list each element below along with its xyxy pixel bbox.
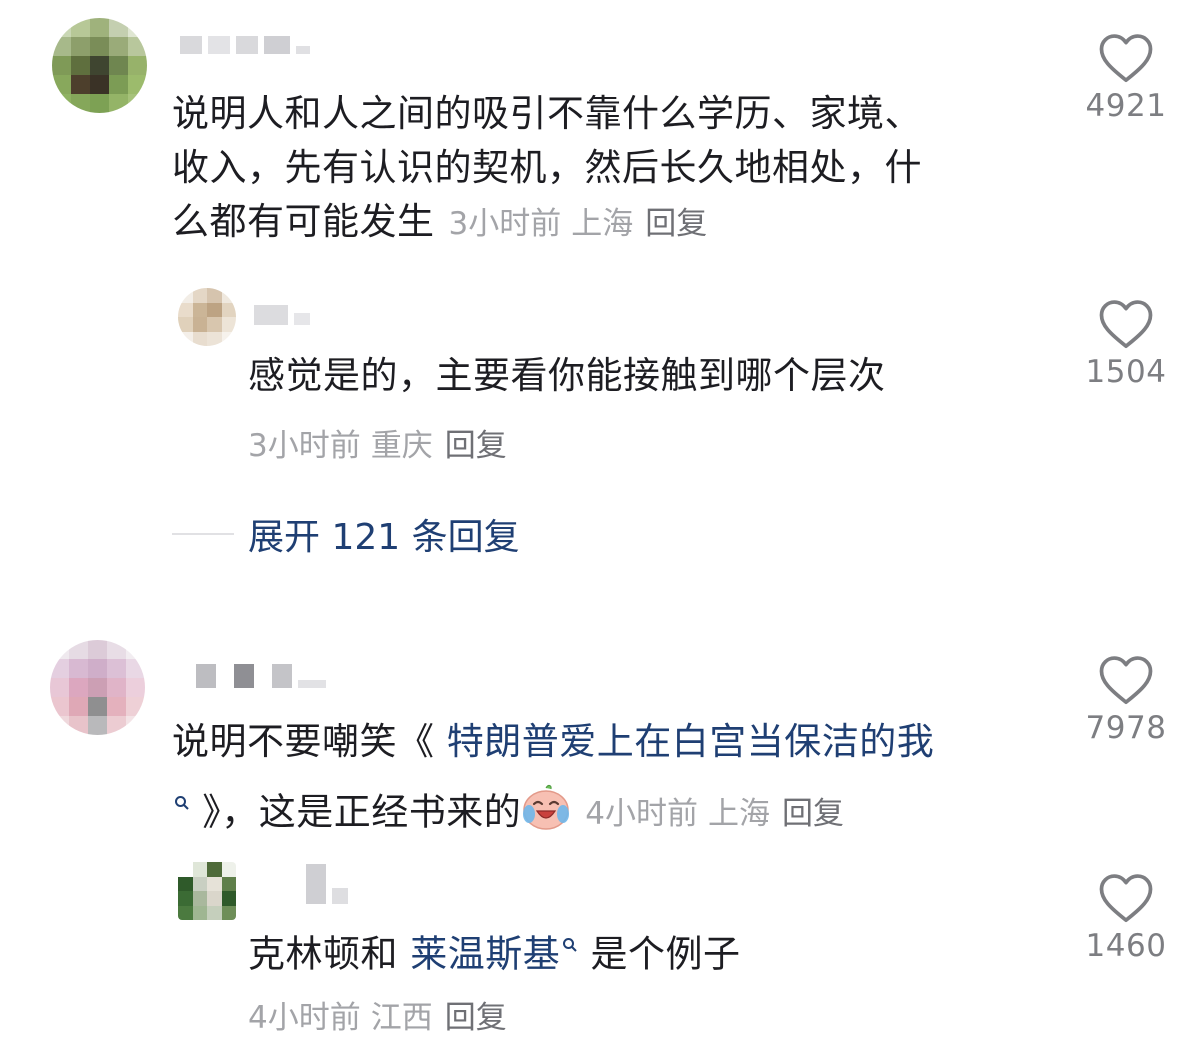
reply-button[interactable]: 回复 bbox=[445, 1000, 507, 1036]
book-link[interactable]: 特朗普爱上在白宫当保洁的我 bbox=[435, 720, 935, 763]
avatar[interactable] bbox=[52, 18, 147, 113]
heart-outline-icon bbox=[1099, 874, 1153, 923]
avatar[interactable] bbox=[50, 640, 145, 735]
reply-button[interactable]: 回复 bbox=[782, 796, 844, 832]
like-count: 1460 bbox=[1085, 928, 1167, 964]
comment-meta: 3小时前 上海 回复 bbox=[448, 206, 708, 242]
username-blurred[interactable] bbox=[196, 664, 326, 688]
like-count: 7978 bbox=[1085, 710, 1167, 746]
comment-text: 说明不要嘲笑《 特朗普爱上在白宫当保洁的我 》，这是正经书来的 4小时前 上海 回复 bbox=[172, 716, 1052, 844]
reply-meta: 3小时前 重庆 回复 bbox=[248, 428, 507, 464]
search-icon[interactable] bbox=[174, 778, 190, 830]
username-blurred[interactable] bbox=[306, 864, 348, 904]
reply-meta: 4小时前 江西 回复 bbox=[248, 1000, 507, 1036]
avatar[interactable] bbox=[178, 862, 236, 920]
reply-button[interactable]: 回复 bbox=[445, 428, 507, 464]
comment-text: 说明人和人之间的吸引不靠什么学历、家境、 收入，先有认识的契机，然后长久地相处，… bbox=[172, 92, 922, 243]
reply-button[interactable]: 回复 bbox=[645, 206, 707, 242]
comment-meta: 4小时前 上海 回复 bbox=[585, 796, 844, 833]
heart-outline-icon bbox=[1099, 300, 1153, 349]
avatar[interactable] bbox=[178, 288, 236, 346]
person-link[interactable]: 莱温斯基 bbox=[410, 932, 560, 975]
like-count: 4921 bbox=[1085, 88, 1167, 124]
like-button[interactable]: 7978 bbox=[1066, 654, 1186, 746]
search-icon[interactable] bbox=[562, 920, 578, 972]
like-count: 1504 bbox=[1085, 354, 1167, 390]
heart-outline-icon bbox=[1099, 656, 1153, 705]
reply-text: 克林顿和 莱温斯基 是个例子 bbox=[248, 920, 741, 980]
like-button[interactable]: 1460 bbox=[1066, 872, 1186, 964]
expand-replies-button[interactable]: 展开 121 条回复 bbox=[172, 508, 520, 560]
like-button[interactable]: 1504 bbox=[1066, 298, 1186, 390]
username-blurred[interactable] bbox=[254, 305, 310, 325]
heart-outline-icon bbox=[1099, 34, 1153, 83]
expand-replies-label: 展开 121 条回复 bbox=[248, 517, 520, 558]
crying-laughing-emoji bbox=[521, 784, 571, 844]
reply-text: 感觉是的，主要看你能接触到哪个层次 bbox=[248, 354, 886, 397]
divider bbox=[172, 533, 234, 535]
like-button[interactable]: 4921 bbox=[1066, 32, 1186, 124]
username-blurred[interactable] bbox=[180, 36, 310, 54]
